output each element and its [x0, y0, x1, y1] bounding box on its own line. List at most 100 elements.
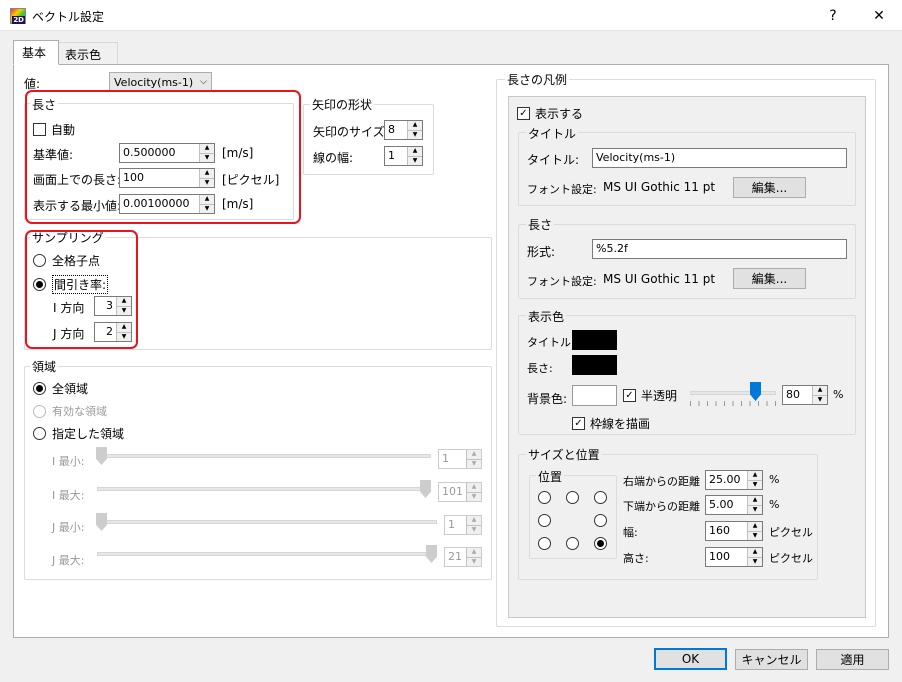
spin-up-icon[interactable]: ▲ [813, 386, 827, 395]
ok-button[interactable]: OK [654, 648, 727, 670]
spin-down-icon[interactable]: ▼ [467, 556, 481, 566]
j-min-input[interactable]: 1 [445, 516, 466, 534]
title-color-swatch[interactable] [572, 330, 617, 350]
j-max-slider-track[interactable] [97, 552, 437, 556]
radio-specified-region[interactable]: 指定した領域 [33, 425, 124, 442]
chevron-down-icon: ⌵ [200, 77, 207, 87]
right-distance-input[interactable]: 25.00 [706, 471, 747, 489]
apply-button[interactable]: 適用 [816, 649, 889, 670]
spin-down-icon[interactable]: ▼ [467, 524, 481, 534]
legend-height-label: 高さ: [623, 552, 649, 565]
i-max-label: I 最大: [52, 489, 85, 502]
show-legend-checkbox[interactable]: ✓ 表示する [517, 105, 583, 122]
value-select[interactable]: Velocity(ms-1) ⌵ [109, 72, 212, 92]
legend-title-font-edit-button[interactable]: 編集... [733, 177, 806, 198]
i-max-slider-track[interactable] [97, 487, 431, 491]
spin-down-icon[interactable]: ▼ [748, 504, 762, 514]
j-min-spinner[interactable]: 1 ▲ ▼ [444, 515, 482, 535]
cancel-button[interactable]: キャンセル [735, 649, 808, 670]
legend-title-input[interactable]: Velocity(ms-1) [592, 148, 847, 168]
legend-height-unit: ピクセル [769, 552, 813, 565]
bottom-distance-input[interactable]: 5.00 [706, 496, 747, 514]
bg-color-swatch[interactable] [572, 385, 617, 406]
spin-up-icon[interactable]: ▲ [748, 548, 762, 557]
opacity-spinner[interactable]: 80 ▲ ▼ [782, 385, 828, 405]
position-bottom-left-radio[interactable] [538, 537, 551, 550]
opacity-input[interactable]: 80 [783, 386, 812, 404]
color-length-label: 長さ: [527, 362, 553, 375]
spin-up-icon[interactable]: ▲ [748, 496, 762, 505]
legend-length-font-edit-button[interactable]: 編集... [733, 268, 806, 289]
help-button[interactable]: ? [810, 0, 856, 31]
arrow-size-label: 矢印のサイズ: [313, 125, 389, 139]
legend-title-font-label: フォント設定: [527, 183, 597, 196]
legend-height-input[interactable]: 100 [706, 548, 747, 566]
position-bottom-right-radio[interactable] [594, 537, 607, 550]
spin-down-icon[interactable]: ▼ [748, 556, 762, 566]
legend-width-input[interactable]: 160 [706, 522, 747, 540]
spin-down-icon[interactable]: ▼ [467, 458, 481, 468]
i-min-spinner[interactable]: 1 ▲ ▼ [438, 449, 482, 469]
spin-up-icon[interactable]: ▲ [467, 450, 481, 459]
draw-frame-label: 枠線を描画 [590, 417, 651, 431]
spin-down-icon[interactable]: ▼ [748, 530, 762, 540]
spin-up-icon[interactable]: ▲ [748, 471, 762, 480]
line-width-input[interactable]: 1 [385, 147, 407, 165]
j-min-slider-track[interactable] [97, 520, 437, 524]
opacity-slider-track[interactable] [690, 391, 776, 395]
spin-up-icon[interactable]: ▲ [748, 522, 762, 531]
spin-up-icon[interactable]: ▲ [467, 483, 481, 492]
legend-title-group-label: タイトル [526, 125, 579, 142]
i-min-label: I 最小: [52, 455, 85, 468]
legend-width-unit: ピクセル [769, 526, 813, 539]
radio-selected-icon [33, 382, 46, 395]
color-title-label: タイトル: [527, 336, 575, 349]
spin-down-icon[interactable]: ▼ [748, 479, 762, 489]
spin-down-icon[interactable]: ▼ [467, 491, 481, 501]
position-top-center-radio[interactable] [566, 491, 579, 504]
position-middle-left-radio[interactable] [538, 514, 551, 527]
spin-down-icon[interactable]: ▼ [408, 155, 422, 165]
region-title: 領域 [30, 358, 59, 375]
checkmark-icon: ✓ [572, 417, 585, 430]
legend-length-group-label: 長さ [526, 216, 555, 233]
radio-all-region[interactable]: 全領域 [33, 380, 88, 397]
spin-down-icon[interactable]: ▼ [408, 129, 422, 139]
i-max-spinner[interactable]: 101 ▲ ▼ [438, 482, 482, 502]
draw-frame-checkbox[interactable]: ✓ 枠線を描画 [572, 415, 650, 432]
radio-valid-region[interactable]: 有効な領域 [33, 403, 107, 419]
position-top-left-radio[interactable] [538, 491, 551, 504]
line-width-spinner[interactable]: 1 ▲ ▼ [384, 146, 423, 166]
legend-format-label: 形式: [527, 245, 556, 259]
position-top-right-radio[interactable] [594, 491, 607, 504]
legend-height-spinner[interactable]: 100 ▲ ▼ [705, 547, 763, 567]
spin-up-icon[interactable]: ▲ [467, 548, 481, 557]
i-min-input[interactable]: 1 [439, 450, 466, 468]
right-distance-spinner[interactable]: 25.00 ▲ ▼ [705, 470, 763, 490]
j-max-spinner[interactable]: 21 ▲ ▼ [444, 547, 482, 567]
region-group [24, 366, 492, 580]
spin-up-icon[interactable]: ▲ [408, 121, 422, 130]
tab-display-color[interactable]: 表示色 [56, 42, 118, 64]
position-middle-right-radio[interactable] [594, 514, 607, 527]
j-min-label: J 最小: [52, 521, 85, 534]
right-distance-label: 右端からの距離 [623, 475, 700, 488]
legend-format-input[interactable]: %5.2f [592, 239, 847, 259]
spin-up-icon[interactable]: ▲ [408, 147, 422, 156]
j-max-input[interactable]: 21 [445, 548, 466, 566]
spin-down-icon[interactable]: ▼ [813, 394, 827, 404]
arrow-size-input[interactable]: 8 [385, 121, 407, 139]
length-color-swatch[interactable] [572, 355, 617, 375]
legend-title-font-value: MS UI Gothic 11 pt [603, 180, 716, 194]
i-min-slider-track[interactable] [97, 454, 431, 458]
close-button[interactable]: ✕ [856, 0, 902, 31]
arrow-size-spinner[interactable]: 8 ▲ ▼ [384, 120, 423, 140]
translucent-checkbox[interactable]: ✓ 半透明 [623, 387, 677, 404]
bottom-distance-spinner[interactable]: 5.00 ▲ ▼ [705, 495, 763, 515]
tab-basic[interactable]: 基本 [13, 40, 59, 65]
i-max-input[interactable]: 101 [439, 483, 466, 501]
position-bottom-center-radio[interactable] [566, 537, 579, 550]
spin-up-icon[interactable]: ▲ [467, 516, 481, 525]
highlight-length [25, 90, 301, 224]
legend-width-spinner[interactable]: 160 ▲ ▼ [705, 521, 763, 541]
